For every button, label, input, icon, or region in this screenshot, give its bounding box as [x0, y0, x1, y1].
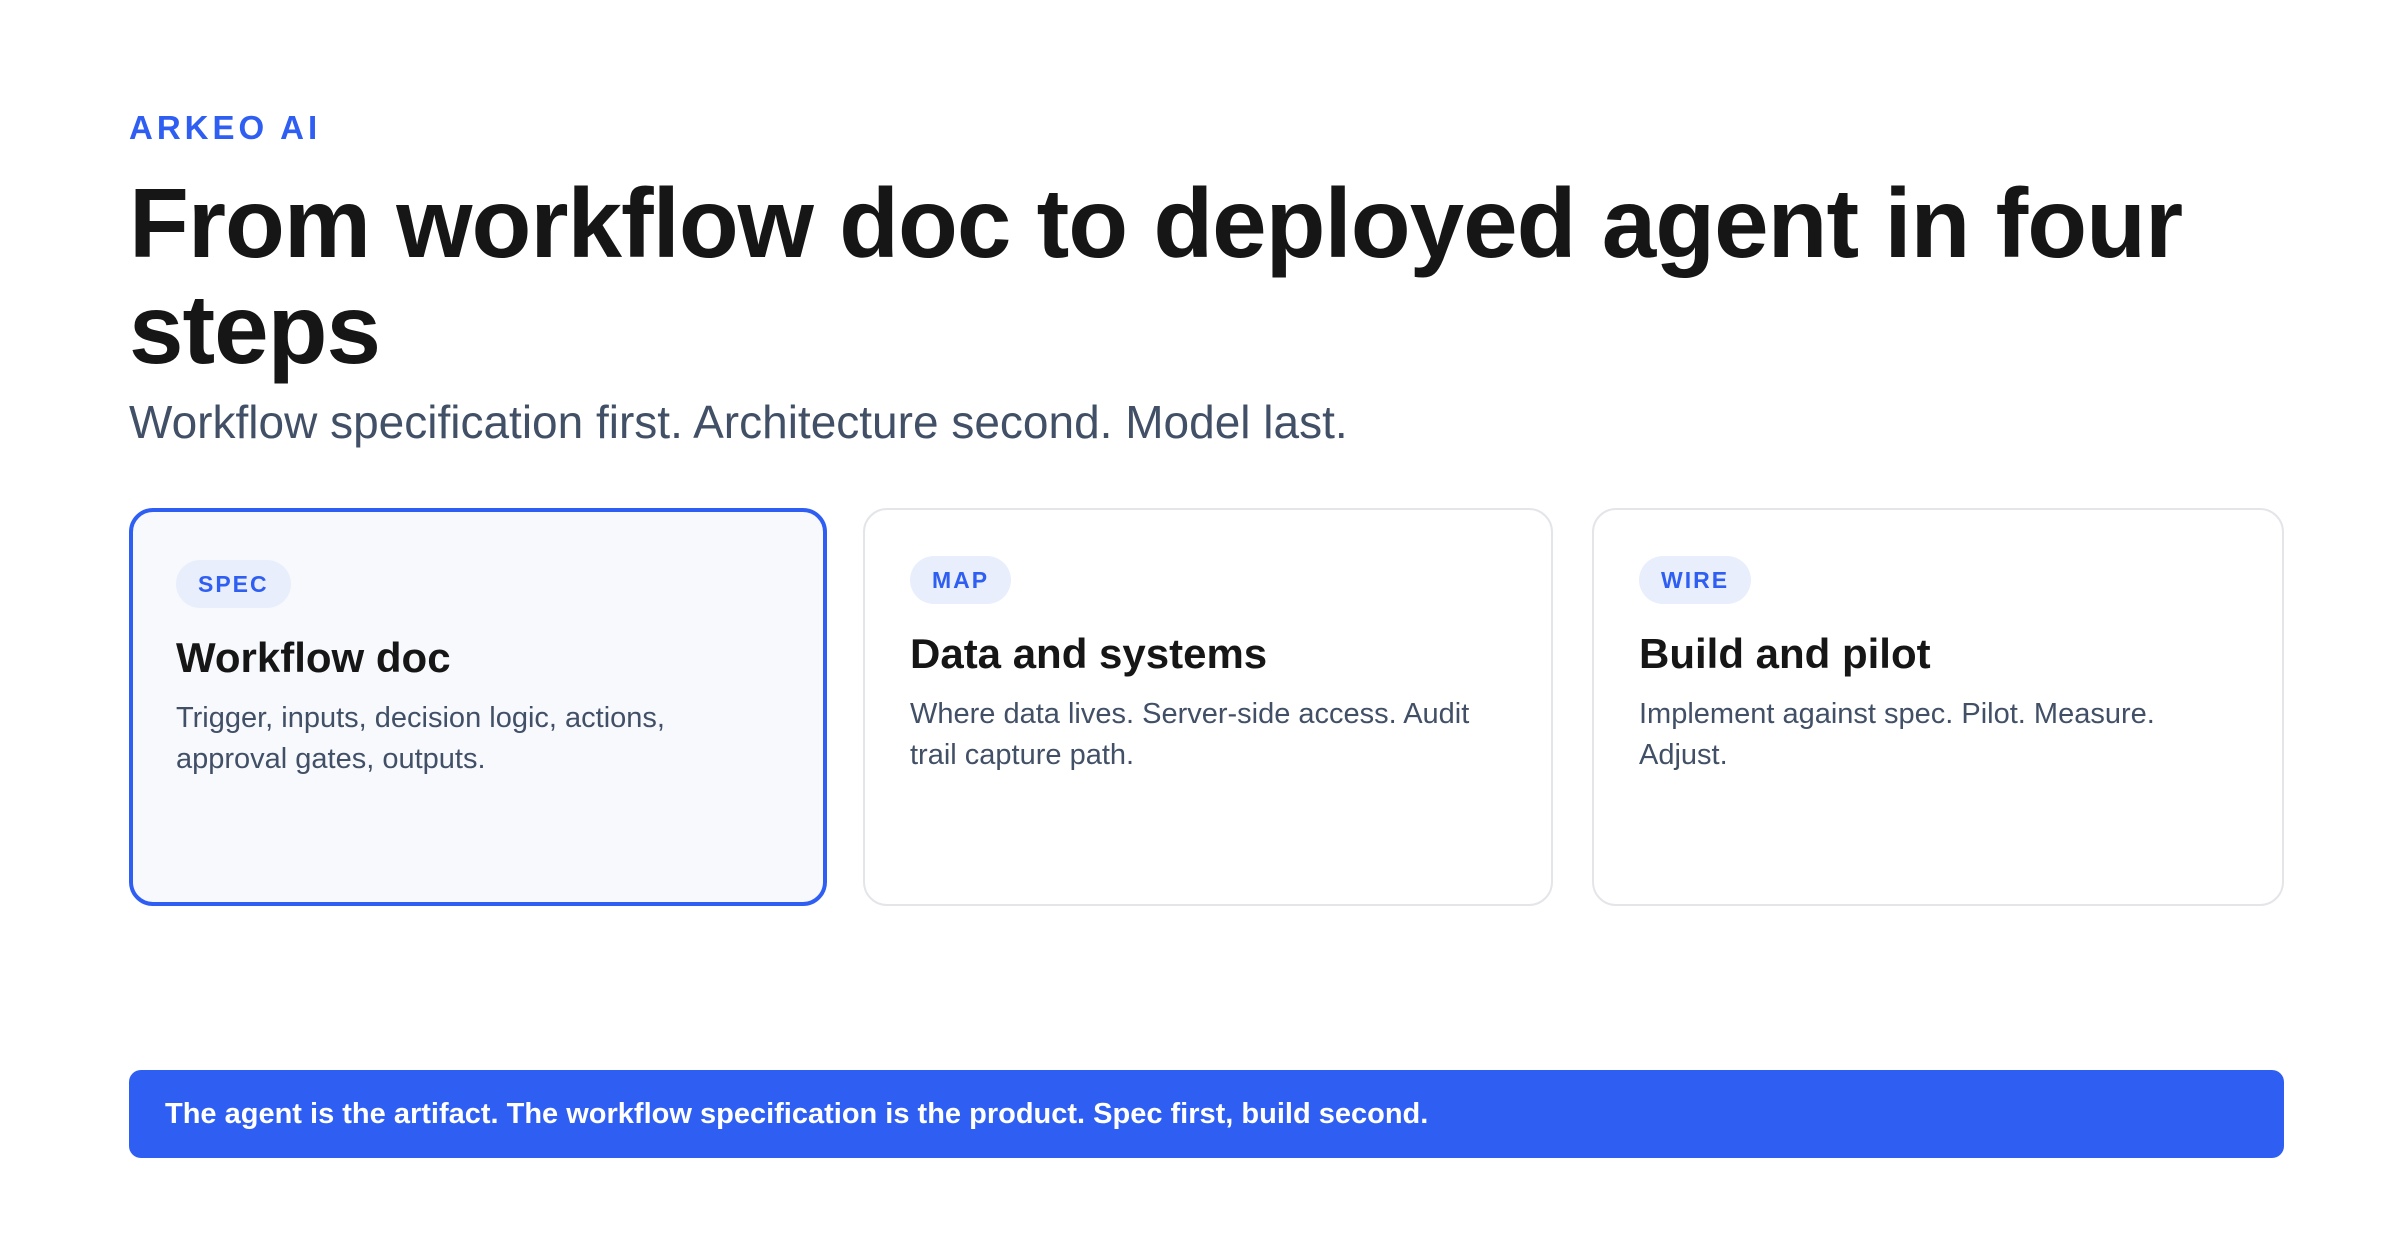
step-card-wire: WIRE Build and pilot Implement against s…: [1592, 508, 2284, 906]
step-cards: SPEC Workflow doc Trigger, inputs, decis…: [129, 508, 2284, 910]
step-description: Where data lives. Server-side access. Au…: [910, 698, 1470, 771]
step-badge: WIRE: [1639, 556, 1752, 604]
brand-eyebrow: ARKEO AI: [129, 109, 322, 146]
step-card-spec: SPEC Workflow doc Trigger, inputs, decis…: [129, 508, 827, 906]
step-description: Implement against spec. Pilot. Measure. …: [1639, 698, 2155, 771]
page-title: From workflow doc to deployed agent in f…: [129, 168, 2183, 384]
step-badge: SPEC: [176, 560, 291, 608]
step-card-map: MAP Data and systems Where data lives. S…: [863, 508, 1553, 906]
step-title: Workflow doc: [176, 634, 451, 681]
page-subtitle: Workflow specification first. Architectu…: [129, 396, 1348, 448]
step-description: Trigger, inputs, decision logic, actions…: [176, 702, 665, 775]
step-title: Data and systems: [910, 630, 1268, 677]
key-message-banner: The agent is the artifact. The workflow …: [129, 1070, 2284, 1158]
step-title: Build and pilot: [1639, 630, 1931, 677]
slide: ARKEO AI From workflow doc to deployed a…: [129, 0, 2284, 1260]
step-badge: MAP: [910, 556, 1012, 604]
